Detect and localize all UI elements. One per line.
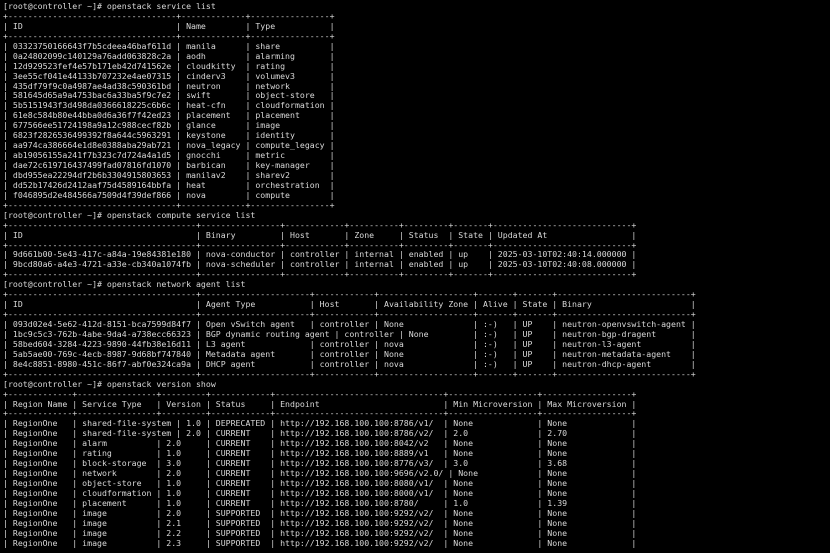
terminal-line: | 3ee55cf041e44133b707232e4ae07315 | cin…	[3, 70, 335, 81]
terminal-line: | ID | Binary | Host | Zone | Status | S…	[3, 229, 637, 240]
terminal-line: +-------------+----------------+--------…	[3, 388, 637, 399]
terminal-output[interactable]: [root@controller ~]# openstack service l…	[0, 0, 830, 549]
terminal-line: | RegionOne | image | 2.3 | SUPPORTED | …	[3, 537, 637, 548]
terminal-window[interactable]: [root@controller ~]# openstack service l…	[0, 0, 830, 553]
